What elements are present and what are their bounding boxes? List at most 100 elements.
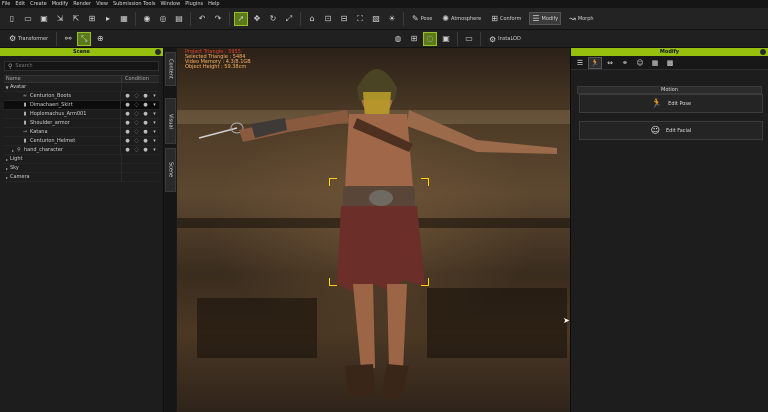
scale-tool-icon[interactable]: ⤢: [283, 13, 295, 25]
visibility-eye-icon[interactable]: ●: [123, 93, 132, 99]
edit-facial-button[interactable]: ☺ Edit Facial: [579, 121, 763, 140]
column-name[interactable]: Name: [4, 76, 122, 82]
frame-selected-icon[interactable]: ⊡: [322, 13, 334, 25]
visibility-eye-icon[interactable]: ●: [123, 111, 132, 117]
visibility-eye-icon[interactable]: ●: [123, 129, 132, 135]
character-model[interactable]: [177, 48, 570, 412]
pivot-icon[interactable]: ⊕: [94, 33, 106, 45]
row-conditions: ● ◌ ● ▾: [121, 111, 159, 117]
panel-options-icon[interactable]: [155, 49, 161, 55]
tree-row[interactable]: ▸ Camera: [4, 172, 159, 182]
light-icon[interactable]: ☀: [386, 13, 398, 25]
options-chevron-icon[interactable]: ▾: [150, 120, 159, 126]
column-condition[interactable]: Condition: [122, 76, 149, 82]
move-tool-icon[interactable]: ✥: [251, 13, 263, 25]
scene-search-input[interactable]: [15, 63, 116, 69]
grid-toggle-icon[interactable]: ⊞: [408, 33, 420, 45]
tab-visual[interactable]: Visual: [165, 98, 176, 144]
render-toggle-icon[interactable]: ●: [141, 120, 150, 126]
modify-button[interactable]: ☰ Modify: [529, 12, 562, 25]
home-view-icon[interactable]: ⌂: [306, 13, 318, 25]
options-chevron-icon[interactable]: ▾: [150, 138, 159, 144]
open-folder-icon[interactable]: ▭: [22, 13, 34, 25]
motion-tab-icon[interactable]: 🏃: [588, 56, 602, 69]
visibility-eye-icon[interactable]: ●: [123, 147, 132, 153]
menu-edit[interactable]: Edit: [15, 1, 25, 7]
menu-render[interactable]: Render: [73, 1, 91, 7]
export-icon[interactable]: ⇱: [70, 13, 82, 25]
menu-create[interactable]: Create: [30, 1, 47, 7]
menu-file[interactable]: File: [2, 1, 10, 7]
rotate-tool-icon[interactable]: ↻: [267, 13, 279, 25]
menu-help[interactable]: Help: [208, 1, 219, 7]
select-tool-icon[interactable]: ➚: [234, 11, 248, 26]
attributes-tab-icon[interactable]: ☰: [573, 57, 587, 69]
globe-icon[interactable]: ◍: [392, 33, 404, 45]
pose-button[interactable]: ✎ Pose: [410, 13, 434, 24]
preview-icon[interactable]: ◎: [157, 13, 169, 25]
morph-tab-icon[interactable]: ⚭: [618, 57, 632, 69]
conform-button[interactable]: ⊞ Conform: [489, 13, 523, 24]
send-icon[interactable]: ▸: [102, 13, 114, 25]
visibility-eye-icon[interactable]: ●: [123, 120, 132, 126]
render-toggle-icon[interactable]: ●: [141, 93, 150, 99]
display-icon[interactable]: ▣: [440, 33, 452, 45]
lock-icon[interactable]: ◌: [132, 138, 141, 144]
lock-icon[interactable]: ◌: [132, 102, 141, 108]
sliders-tab-icon[interactable]: ⇔: [603, 57, 617, 69]
pick-icon[interactable]: ⤡: [77, 31, 92, 46]
panel-options-icon[interactable]: [760, 49, 766, 55]
material-tab-icon[interactable]: ▦: [648, 57, 662, 69]
save-icon[interactable]: ▣: [38, 13, 50, 25]
new-file-icon[interactable]: ▯: [6, 13, 18, 25]
fit-all-icon[interactable]: ⊟: [338, 13, 350, 25]
face-tab-icon[interactable]: ☺: [633, 57, 647, 69]
visibility-eye-icon[interactable]: ●: [123, 138, 132, 144]
options-chevron-icon[interactable]: ▾: [150, 129, 159, 135]
import-icon[interactable]: ⇲: [54, 13, 66, 25]
render-toggle-icon[interactable]: ●: [141, 102, 150, 108]
motion-section-header[interactable]: Motion: [577, 86, 762, 94]
render-icon[interactable]: ◉: [141, 13, 153, 25]
main-toolbar: ▯ ▭ ▣ ⇲ ⇱ ⊞ ▸ ▦ ◉ ◎ ▤ ↶ ↷ ➚ ✥ ↻ ⤢ ⌂ ⊡ ⊟ …: [0, 8, 768, 30]
render-toggle-icon[interactable]: ●: [141, 138, 150, 144]
instalod-button[interactable]: ⚙ InstaLOD: [487, 34, 523, 45]
render-toggle-icon[interactable]: ●: [141, 111, 150, 117]
redo-icon[interactable]: ↷: [212, 13, 224, 25]
menu-view[interactable]: View: [96, 1, 108, 7]
menu-modify[interactable]: Modify: [52, 1, 69, 7]
menu-plugins[interactable]: Plugins: [185, 1, 203, 7]
menu-window[interactable]: Window: [160, 1, 180, 7]
render-toggle-icon[interactable]: ●: [141, 129, 150, 135]
window-icon[interactable]: ▭: [463, 33, 475, 45]
menu-submission-tools[interactable]: Submission Tools: [113, 1, 156, 7]
options-chevron-icon[interactable]: ▾: [150, 93, 159, 99]
lock-icon[interactable]: ◌: [132, 120, 141, 126]
undo-icon[interactable]: ↶: [196, 13, 208, 25]
3d-viewport[interactable]: Project Triangle : 5955 Selected Triangl…: [177, 48, 570, 412]
merge-icon[interactable]: ⊞: [86, 13, 98, 25]
grid-icon[interactable]: ▦: [118, 13, 130, 25]
side-tabs: Content Visual Scene: [165, 48, 176, 412]
lock-icon[interactable]: ◌: [132, 147, 141, 153]
options-chevron-icon[interactable]: ▾: [150, 111, 159, 117]
camera-icon[interactable]: ▤: [173, 13, 185, 25]
render-toggle-icon[interactable]: ●: [141, 147, 150, 153]
lock-icon[interactable]: ◌: [132, 129, 141, 135]
options-chevron-icon[interactable]: ▾: [150, 147, 159, 153]
lock-icon[interactable]: ◌: [132, 111, 141, 117]
bone-icon[interactable]: ⚯: [62, 33, 74, 45]
atmosphere-button[interactable]: ✺ Atmosphere: [440, 13, 483, 24]
morph-button[interactable]: ↝ Morph: [567, 13, 595, 24]
visibility-eye-icon[interactable]: ●: [123, 102, 132, 108]
texture-tab-icon[interactable]: ▩: [663, 57, 677, 69]
transformer-button[interactable]: ⚙ Transformer: [7, 33, 50, 44]
tab-scene[interactable]: Scene: [165, 148, 176, 192]
edit-pose-button[interactable]: 🏃 Edit Pose: [579, 94, 763, 113]
options-chevron-icon[interactable]: ▾: [150, 102, 159, 108]
zoom-extents-icon[interactable]: ⛶: [354, 13, 366, 25]
layout-icon[interactable]: ▧: [370, 13, 382, 25]
tab-content[interactable]: Content: [165, 52, 176, 86]
gizmo-icon[interactable]: ◌: [423, 32, 437, 46]
lock-icon[interactable]: ◌: [132, 93, 141, 99]
